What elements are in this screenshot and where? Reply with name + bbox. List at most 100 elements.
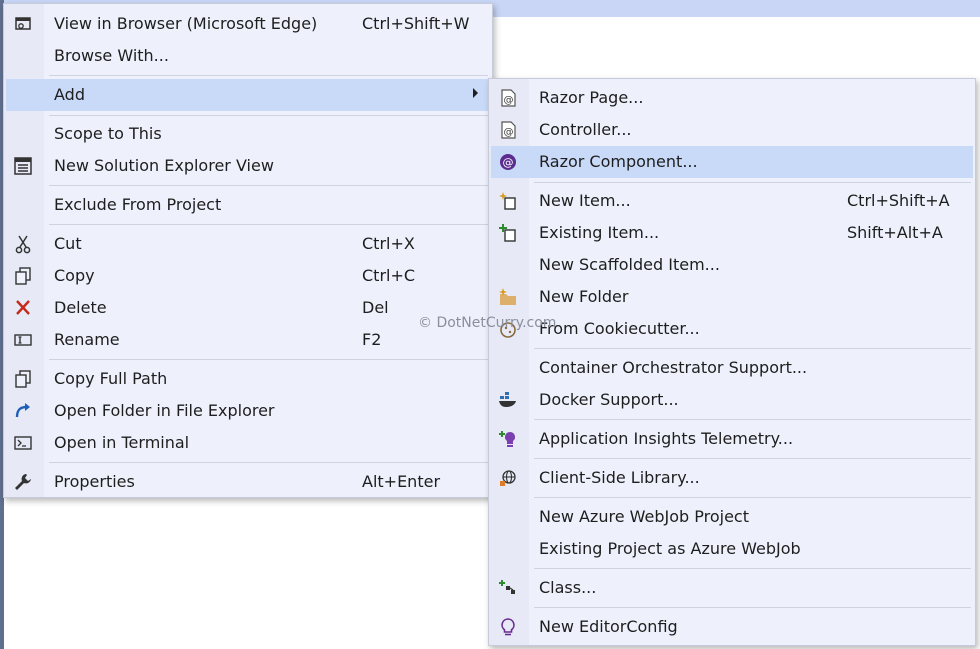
menu-item-shortcut: Shift+Alt+A [847,223,943,242]
submenu-item-existing-project-as-azure-webjob[interactable]: Existing Project as Azure WebJob [491,533,973,565]
menu-item-shortcut: Ctrl+X [362,234,415,253]
menu-item-copy[interactable]: Copy Ctrl+C [6,260,490,292]
menu-item-label: New EditorConfig [539,617,678,636]
menu-item-shortcut: Alt+Enter [362,472,441,491]
new-item-icon [499,192,516,210]
scissors-icon [15,235,31,254]
globe-icon [500,470,516,486]
menu-item-label: Class... [539,578,597,597]
menu-item-label: Docker Support... [539,390,679,409]
copy-icon [15,267,31,285]
submenu-item-new-editorconfig[interactable]: New EditorConfig [491,611,973,643]
menu-item-label: Scope to This [54,124,162,143]
menu-separator [49,185,488,186]
menu-item-shortcut: Ctrl+C [362,266,416,285]
menu-item-label: Existing Item... [539,223,660,242]
menu-item-label: Browse With... [54,46,169,65]
context-menu: View in Browser (Microsoft Edge) Ctrl+Sh… [3,3,493,498]
browser-icon [15,17,31,30]
menu-item-shortcut: Ctrl+Shift+A [847,191,950,210]
menu-item-label: From Cookiecutter... [539,319,700,338]
submenu-item-new-item[interactable]: New Item... Ctrl+Shift+A [491,185,973,217]
menu-item-label: Controller... [539,120,632,139]
menu-item-properties[interactable]: Properties Alt+Enter [6,466,490,498]
svg-text:@: @ [503,156,514,169]
menu-separator [534,419,971,420]
menu-item-label: Add [54,85,85,104]
submenu-item-class[interactable]: Class... [491,572,973,604]
open-folder-arrow-icon [15,403,30,418]
menu-item-label: New Scaffolded Item... [539,255,720,274]
wrench-icon [15,474,31,490]
docker-icon [499,392,516,407]
menu-item-label: Container Orchestrator Support... [539,358,808,377]
submenu-item-docker-support[interactable]: Docker Support... [491,384,973,416]
submenu-item-razor-component[interactable]: @ Razor Component... [491,146,973,178]
class-icon [499,580,515,594]
menu-item-label: Application Insights Telemetry... [539,429,794,448]
new-folder-icon [499,288,516,305]
menu-separator [49,462,488,463]
menu-item-label: View in Browser (Microsoft Edge) [54,14,318,33]
submenu-arrow-icon [473,88,478,98]
menu-separator [534,182,971,183]
menu-item-shortcut: F2 [362,330,382,349]
submenu-item-container-orchestrator-support[interactable]: Container Orchestrator Support... [491,352,973,384]
submenu-item-from-cookiecutter[interactable]: From Cookiecutter... [491,313,973,345]
menu-item-exclude-from-project[interactable]: Exclude From Project [6,189,490,221]
menu-separator [534,348,971,349]
menu-item-copy-full-path[interactable]: Copy Full Path [6,363,490,395]
menu-item-label: Client-Side Library... [539,468,700,487]
menu-separator [534,568,971,569]
terminal-icon [14,436,32,450]
submenu-item-new-folder[interactable]: New Folder [491,281,973,313]
menu-item-label: Copy Full Path [54,369,168,388]
rename-icon [14,334,32,346]
existing-item-icon [499,224,516,242]
menu-separator [534,458,971,459]
svg-text:@: @ [504,127,514,138]
menu-item-label: New Item... [539,191,631,210]
menu-item-label: Rename [54,330,120,349]
menu-item-shortcut: Del [362,298,389,317]
menu-item-label: Copy [54,266,95,285]
menu-separator [49,224,488,225]
copy-icon [15,370,31,388]
menu-separator [49,115,488,116]
lightbulb-icon [501,618,515,636]
submenu-item-new-scaffolded-item[interactable]: New Scaffolded Item... [491,249,973,281]
menu-item-label: Razor Component... [539,152,698,171]
menu-item-open-in-terminal[interactable]: Open in Terminal [6,427,490,459]
menu-item-label: New Azure WebJob Project [539,507,749,526]
menu-item-label: Delete [54,298,107,317]
menu-item-cut[interactable]: Cut Ctrl+X [6,228,490,260]
menu-item-label: Existing Project as Azure WebJob [539,539,801,558]
menu-item-label: New Solution Explorer View [54,156,274,175]
menu-item-label: Properties [54,472,135,491]
submenu-item-razor-page[interactable]: @ Razor Page... [491,82,973,114]
menu-item-label: Open Folder in File Explorer [54,401,275,420]
submenu-item-application-insights-telemetry[interactable]: Application Insights Telemetry... [491,423,973,455]
menu-item-shortcut: Ctrl+Shift+W [362,14,470,33]
menu-item-open-folder-in-file-explorer[interactable]: Open Folder in File Explorer [6,395,490,427]
delete-x-icon [16,300,30,315]
submenu-item-client-side-library[interactable]: Client-Side Library... [491,462,973,494]
menu-item-scope-to-this[interactable]: Scope to This [6,118,490,150]
menu-item-add[interactable]: Add [6,79,490,111]
submenu-item-new-azure-webjob-project[interactable]: New Azure WebJob Project [491,501,973,533]
app-insights-icon [499,431,515,447]
razor-file-icon: @ [501,89,516,107]
add-submenu: @ Razor Page... @ Controller... @ Razor … [488,78,976,646]
menu-item-browse-with[interactable]: Browse With... [6,40,490,72]
menu-item-label: Razor Page... [539,88,644,107]
menu-item-label: Exclude From Project [54,195,222,214]
menu-separator [534,497,971,498]
razor-file-icon: @ [501,121,516,139]
submenu-item-existing-item[interactable]: Existing Item... Shift+Alt+A [491,217,973,249]
menu-item-label: Cut [54,234,82,253]
blazor-icon: @ [500,154,516,170]
menu-item-view-in-browser[interactable]: View in Browser (Microsoft Edge) Ctrl+Sh… [6,8,490,40]
submenu-item-controller[interactable]: @ Controller... [491,114,973,146]
menu-item-new-solution-explorer-view[interactable]: New Solution Explorer View [6,150,490,182]
menu-separator [49,359,488,360]
